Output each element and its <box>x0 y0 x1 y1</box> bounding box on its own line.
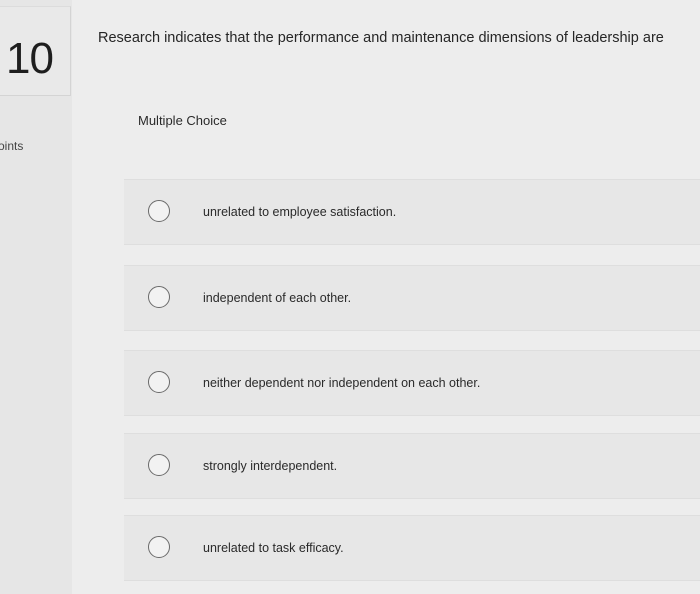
answer-option-3[interactable]: neither dependent nor independent on eac… <box>124 350 700 416</box>
answer-option-5[interactable]: unrelated to task efficacy. <box>124 515 700 581</box>
answer-option-1[interactable]: unrelated to employee satisfaction. <box>124 179 700 245</box>
answer-type-label: Multiple Choice <box>138 113 227 128</box>
answer-option-label: neither dependent nor independent on eac… <box>203 376 481 390</box>
radio-button-icon[interactable] <box>148 536 170 558</box>
answer-option-2[interactable]: independent of each other. <box>124 265 700 331</box>
radio-button-icon[interactable] <box>148 371 170 393</box>
points-label: oints <box>0 139 24 153</box>
answer-option-label: independent of each other. <box>203 291 352 305</box>
radio-button-icon[interactable] <box>148 200 170 222</box>
radio-button-icon[interactable] <box>148 286 170 308</box>
question-text: Research indicates that the performance … <box>98 30 664 46</box>
answer-option-label: unrelated to employee satisfaction. <box>203 205 397 219</box>
answer-option-label: strongly interdependent. <box>203 459 338 473</box>
question-number: 10 <box>6 34 54 83</box>
question-number-box: 10 <box>0 6 71 96</box>
answer-option-label: unrelated to task efficacy. <box>203 541 344 555</box>
question-sidebar: 10 oints <box>0 0 72 594</box>
radio-button-icon[interactable] <box>148 454 170 476</box>
answer-option-4[interactable]: strongly interdependent. <box>124 433 700 499</box>
